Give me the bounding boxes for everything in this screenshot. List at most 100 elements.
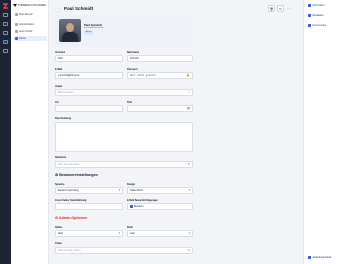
more-options-icon[interactable]: ···: [287, 5, 291, 12]
zoom-label: Zoom Faktor Seitenführung: [55, 199, 87, 202]
home-icon: [15, 13, 18, 16]
admin-title-text: Admin-Optionen: [59, 216, 88, 220]
main-content: ‹ Paul Schmidt 🗑 ⧉ ··· Paul Schmidt p.sc…: [49, 0, 303, 264]
chevron-down-icon: ▾: [118, 188, 120, 192]
sprache-value: Deutsch (Germany): [58, 189, 79, 192]
panel-item-metadaten[interactable]: Metadaten: [308, 13, 350, 18]
nachname-label: Nachname: [127, 51, 140, 54]
delete-button[interactable]: 🗑: [268, 5, 275, 12]
avatar-upload[interactable]: Bild hochladen ⤒: [55, 89, 193, 96]
profile-email: p.schmidt@firma.de: [84, 27, 104, 29]
sidebar-item-label: Apps Verlink: [19, 30, 33, 33]
status-select[interactable]: Aktiv ▾: [55, 230, 123, 237]
rolle-value: User: [130, 232, 136, 235]
color-swatch: [130, 204, 133, 208]
vorname-label: Vorname: [55, 51, 66, 54]
info-icon: [308, 4, 311, 7]
rolle-select[interactable]: User ▾: [127, 230, 193, 237]
ort-label: Ort: [55, 101, 59, 104]
chevron-down-icon: ▾: [188, 231, 190, 235]
benutzer-title-text: Benutzereinstellungen: [59, 173, 98, 177]
sidebar-item-administration[interactable]: Administration: [14, 22, 47, 27]
sidebar-item-nutzer[interactable]: Nutzer: [14, 36, 47, 41]
admin-section-title: ⊖ Admin-Optionen: [55, 216, 87, 220]
titel-input[interactable]: ▦: [127, 105, 193, 112]
sidebar-item-mein-bereich[interactable]: Mein Bereich: [14, 12, 47, 17]
upload-icon: ⤒: [188, 90, 190, 94]
panel-item-kommentare[interactable]: Kommentare: [308, 23, 350, 28]
avatar-upload-placeholder: Bild hochladen: [58, 91, 74, 94]
panel-item-label: Metadaten: [312, 14, 324, 17]
standorte-input[interactable]: Mehr als verknüpfen ⚲: [55, 161, 193, 168]
apps-icon: [15, 30, 18, 33]
vorname-input[interactable]: Paul: [55, 55, 123, 62]
duplicate-button[interactable]: ⧉: [277, 5, 284, 12]
org-name: FORMEDIA TOOLSHARE: [18, 4, 46, 7]
app-rail: [0, 0, 11, 264]
page-title: Paul Schmidt: [64, 6, 94, 11]
design-select[interactable]: Helles Motiv ▾: [127, 187, 193, 194]
rail-home-icon[interactable]: [3, 13, 8, 17]
sprache-select[interactable]: Deutsch (Germany) ▾: [55, 187, 123, 194]
email-benach-select[interactable]: Benutzer: [127, 203, 193, 210]
activity-log-link[interactable]: Aktivitätsprotokoll: [308, 255, 350, 260]
org-logo-icon: [13, 4, 17, 7]
sidebar-item-label: Nutzer: [19, 37, 27, 40]
back-button[interactable]: ‹: [55, 5, 61, 12]
titel-label: Titel: [127, 101, 132, 104]
email-label: E-Mail: [55, 68, 63, 71]
org-switcher[interactable]: FORMEDIA TOOLSHARE: [13, 2, 47, 9]
rail-grid-icon[interactable]: [3, 22, 8, 26]
trash-icon: 🗑: [269, 6, 274, 11]
ort-input[interactable]: [55, 105, 123, 112]
sidebar: FORMEDIA TOOLSHARE Mein Bereich Administ…: [11, 0, 49, 264]
profile-card: Paul Schmidt p.schmidt@firma.de Admin: [55, 15, 193, 47]
email-benach-label: E-Mail Benachrichtigungen: [127, 199, 158, 202]
rail-files-icon[interactable]: [3, 31, 8, 35]
users-icon: [15, 37, 18, 40]
email-field[interactable]: p.schmidt@firma.de: [55, 72, 123, 79]
sprache-label: Sprache: [55, 183, 65, 186]
avatar[interactable]: [59, 19, 81, 42]
role-badge: Admin: [84, 31, 94, 35]
right-panel: Information Metadaten Kommentare Aktivit…: [303, 0, 352, 264]
chevron-down-icon: ▾: [188, 188, 190, 192]
rolle-label: Rolle: [127, 226, 133, 229]
chevron-down-icon: ▾: [118, 231, 120, 235]
password-value: Wert nicht gesetzt: [130, 74, 156, 77]
beschreibung-textarea[interactable]: [55, 122, 193, 152]
admin-icon: [15, 23, 18, 26]
standorte-label: Standorte: [55, 156, 67, 159]
password-field[interactable]: Wert nicht gesetzt 🔒: [127, 72, 193, 79]
token-label: Token: [55, 242, 62, 245]
app-logo-icon[interactable]: [2, 3, 9, 9]
status-label: Status: [55, 226, 63, 229]
page-header: ‹ Paul Schmidt 🗑 ⧉ ···: [55, 4, 299, 13]
avatar-body: [62, 32, 78, 42]
token-input[interactable]: Nicht erzeugt / Token ↻: [55, 247, 193, 254]
nachname-input[interactable]: Schmidt: [127, 55, 193, 62]
panel-item-label: Kommentare: [312, 24, 327, 27]
sidebar-item-apps[interactable]: Apps Verlink: [14, 29, 47, 34]
rail-users-icon[interactable]: [3, 40, 8, 44]
comment-icon: [308, 24, 311, 27]
shield-icon: ⊖: [55, 216, 59, 220]
zoom-input[interactable]: [55, 203, 123, 210]
link-icon: ⚲: [187, 162, 190, 166]
refresh-icon[interactable]: ↻: [187, 248, 190, 253]
panel-item-information[interactable]: Information: [308, 3, 350, 8]
status-value: Aktiv: [58, 232, 64, 235]
email-benach-value: Benutzer: [134, 205, 144, 208]
history-icon: [308, 256, 311, 259]
sidebar-item-label: Administration: [19, 23, 35, 26]
design-label: Design: [127, 183, 135, 186]
rail-settings-icon[interactable]: [3, 49, 8, 53]
settings-icon: ⚙: [55, 173, 59, 177]
panel-item-label: Information: [312, 4, 325, 7]
passwort-label: Passwort: [127, 68, 138, 71]
lock-icon[interactable]: 🔒: [186, 73, 190, 78]
design-value: Helles Motiv: [130, 189, 144, 192]
beschreibung-label: Beschreibung: [55, 117, 71, 120]
copy-icon: ⧉: [279, 6, 282, 11]
sidebar-item-label: Mein Bereich: [19, 13, 33, 16]
